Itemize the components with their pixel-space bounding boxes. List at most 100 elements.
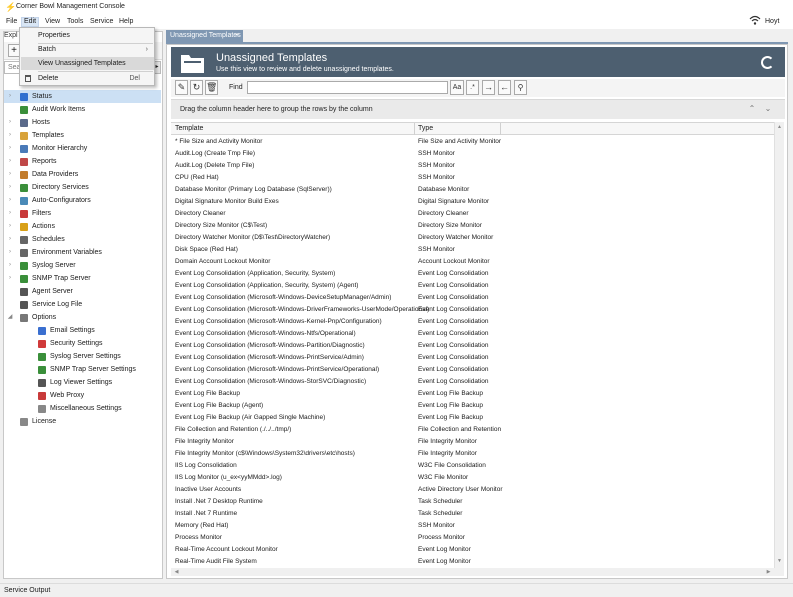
scroll-down-icon[interactable]: ▼: [775, 558, 784, 564]
table-row[interactable]: IIS Log Consolidation W3C File Consolidat…: [171, 460, 774, 472]
table-row[interactable]: Process Monitor Process Monitor: [171, 532, 774, 544]
tree-item-data-providers[interactable]: › Data Providers: [4, 168, 161, 181]
expanded-arrow-icon[interactable]: ◢: [7, 311, 13, 324]
match-case-icon[interactable]: Aa: [450, 80, 464, 95]
menu-item-view-unassigned-templates[interactable]: View Unassigned Templates: [21, 57, 154, 70]
expand-arrow-icon[interactable]: ›: [7, 220, 13, 233]
menu-view[interactable]: View: [45, 17, 60, 27]
tree-item-options[interactable]: ◢ Options: [4, 311, 161, 324]
regex-icon[interactable]: .*: [466, 80, 479, 95]
find-previous-icon[interactable]: ←: [498, 80, 511, 95]
table-row[interactable]: Event Log Consolidation (Application, Se…: [171, 280, 774, 292]
table-row[interactable]: Memory (Red Hat) SSH Monitor: [171, 520, 774, 532]
expand-arrow-icon[interactable]: ›: [7, 194, 13, 207]
table-row[interactable]: Event Log Consolidation (Microsoft-Windo…: [171, 340, 774, 352]
table-row[interactable]: Event Log File Backup Event Log File Back…: [171, 388, 774, 400]
expand-arrow-icon[interactable]: ›: [7, 129, 13, 142]
tree-item-snmp-trap-server[interactable]: › SNMP Trap Server: [4, 272, 161, 285]
table-row[interactable]: Directory Cleaner Directory Cleaner: [171, 208, 774, 220]
tree-item-syslog-server-settings[interactable]: Syslog Server Settings: [4, 350, 161, 363]
table-row[interactable]: Event Log File Backup (Air Gapped Single…: [171, 412, 774, 424]
table-row[interactable]: File Collection and Retention (./../../t…: [171, 424, 774, 436]
table-row[interactable]: Install .Net 7 Runtime Task Scheduler: [171, 508, 774, 520]
tree-item-status[interactable]: › Status: [4, 90, 161, 103]
tree-item-syslog-server[interactable]: › Syslog Server: [4, 259, 161, 272]
status-text[interactable]: Service Output: [4, 587, 50, 594]
expand-arrow-icon[interactable]: ›: [7, 181, 13, 194]
horizontal-scrollbar[interactable]: ◀ ▶: [171, 568, 784, 576]
tree-item-security-settings[interactable]: Security Settings: [4, 337, 161, 350]
table-row[interactable]: Event Log Consolidation (Microsoft-Windo…: [171, 376, 774, 388]
tree-item-snmp-trap-server-settings[interactable]: SNMP Trap Server Settings: [4, 363, 161, 376]
expand-arrow-icon[interactable]: ›: [7, 207, 13, 220]
table-row[interactable]: Database Monitor (Primary Log Database (…: [171, 184, 774, 196]
user-name[interactable]: Hoyt: [765, 18, 779, 25]
find-input[interactable]: [247, 81, 448, 94]
scroll-right-icon[interactable]: ▶: [764, 569, 773, 575]
menu-tools[interactable]: Tools: [67, 17, 83, 27]
scroll-left-icon[interactable]: ◀: [172, 569, 181, 575]
tree-item-schedules[interactable]: › Schedules: [4, 233, 161, 246]
column-separator[interactable]: [500, 123, 501, 135]
menu-file[interactable]: File: [6, 17, 17, 27]
table-row[interactable]: Event Log Consolidation (Microsoft-Windo…: [171, 292, 774, 304]
expand-arrow-icon[interactable]: ›: [7, 142, 13, 155]
vertical-scrollbar[interactable]: ▲ ▼: [774, 122, 784, 568]
table-row[interactable]: File Integrity Monitor (c$\Windows\Syste…: [171, 448, 774, 460]
tree-item-audit-work-items[interactable]: Audit Work Items: [4, 103, 161, 116]
tree-item-environment-variables[interactable]: › Environment Variables: [4, 246, 161, 259]
table-row[interactable]: Audit.Log (Delete Tmp File) SSH Monitor: [171, 160, 774, 172]
table-row[interactable]: * File Size and Activity Monitor File Siz…: [171, 136, 774, 148]
menu-edit[interactable]: Edit: [21, 17, 40, 27]
table-row[interactable]: Domain Account Lockout Monitor Account Lo…: [171, 256, 774, 268]
table-row[interactable]: Event Log Consolidation (Microsoft-Windo…: [171, 304, 774, 316]
tab-unassigned-templates[interactable]: Unassigned Templates ×: [166, 30, 243, 42]
menu-service[interactable]: Service: [90, 17, 113, 27]
menu-help[interactable]: Help: [119, 17, 133, 27]
tree-item-templates[interactable]: › Templates: [4, 129, 161, 142]
expand-arrow-icon[interactable]: ›: [7, 272, 13, 285]
table-row[interactable]: Event Log Consolidation (Microsoft-Windo…: [171, 328, 774, 340]
collapse-all-icon[interactable]: ⌃: [747, 104, 757, 114]
table-row[interactable]: Digital Signature Monitor Build Exes Digi…: [171, 196, 774, 208]
tree-item-email-settings[interactable]: Email Settings: [4, 324, 161, 337]
tree-item-agent-server[interactable]: Agent Server: [4, 285, 161, 298]
table-row[interactable]: Event Log Consolidation (Microsoft-Windo…: [171, 364, 774, 376]
close-icon[interactable]: ×: [235, 30, 239, 42]
refresh-icon[interactable]: ↻: [190, 80, 203, 95]
column-header-type[interactable]: Type: [418, 125, 433, 132]
search-icon[interactable]: ⚲: [514, 80, 527, 95]
expand-arrow-icon[interactable]: ›: [7, 90, 13, 103]
table-row[interactable]: Inactive User Accounts Active Directory U…: [171, 484, 774, 496]
table-row[interactable]: Directory Size Monitor (C$\Test) Director…: [171, 220, 774, 232]
table-row[interactable]: File Integrity Monitor File Integrity Mon…: [171, 436, 774, 448]
tree-item-miscellaneous-settings[interactable]: Miscellaneous Settings: [4, 402, 161, 415]
table-row[interactable]: Disk Space (Red Hat) SSH Monitor: [171, 244, 774, 256]
tree-item-filters[interactable]: › Filters: [4, 207, 161, 220]
edit-pencil-icon[interactable]: ✎: [175, 80, 188, 95]
expand-arrow-icon[interactable]: ›: [7, 155, 13, 168]
table-row[interactable]: CPU (Red Hat) SSH Monitor: [171, 172, 774, 184]
tree-item-auto-configurators[interactable]: › Auto-Configurators: [4, 194, 161, 207]
tree-item-web-proxy[interactable]: Web Proxy: [4, 389, 161, 402]
tree-item-monitor-hierarchy[interactable]: › Monitor Hierarchy: [4, 142, 161, 155]
expand-arrow-icon[interactable]: ›: [7, 259, 13, 272]
menu-item-properties[interactable]: Properties: [21, 29, 154, 42]
tree-item-directory-services[interactable]: › Directory Services: [4, 181, 161, 194]
table-row[interactable]: Real-Time Audit File System Event Log Mon…: [171, 556, 774, 568]
tree-item-reports[interactable]: › Reports: [4, 155, 161, 168]
table-row[interactable]: Event Log File Backup (Agent) Event Log F…: [171, 400, 774, 412]
table-row[interactable]: Event Log Consolidation (Application, Se…: [171, 268, 774, 280]
scroll-up-icon[interactable]: ▲: [775, 124, 784, 130]
table-row[interactable]: Directory Watcher Monitor (D$\Test\Direc…: [171, 232, 774, 244]
explorer-tab[interactable]: Expl: [4, 32, 18, 39]
tree-item-log-viewer-settings[interactable]: Log Viewer Settings: [4, 376, 161, 389]
menu-item-delete[interactable]: Delete Del: [21, 72, 154, 85]
table-row[interactable]: Real-Time Account Lockout Monitor Event L…: [171, 544, 774, 556]
expand-arrow-icon[interactable]: ›: [7, 116, 13, 129]
expand-all-icon[interactable]: ⌄: [763, 104, 773, 114]
expand-arrow-icon[interactable]: ›: [7, 233, 13, 246]
table-row[interactable]: Install .Net 7 Desktop Runtime Task Sched…: [171, 496, 774, 508]
find-next-icon[interactable]: →: [482, 80, 495, 95]
column-header-template[interactable]: Template: [175, 125, 203, 132]
